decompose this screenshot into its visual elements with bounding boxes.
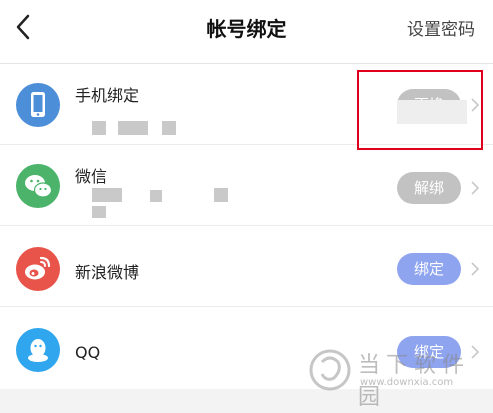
redacted-name bbox=[92, 206, 106, 218]
qq-icon bbox=[16, 328, 60, 372]
unbind-button[interactable]: 解绑 bbox=[397, 172, 461, 204]
highlight-box bbox=[357, 70, 483, 150]
chevron-right-icon bbox=[471, 262, 480, 276]
redacted-name bbox=[92, 188, 122, 202]
divider bbox=[0, 63, 493, 64]
account-row-weibo: 新浪微博 绑定 bbox=[0, 227, 493, 307]
redacted-number bbox=[162, 121, 176, 135]
set-password-button[interactable]: 设置密码 bbox=[407, 15, 475, 40]
phone-icon bbox=[16, 83, 60, 127]
redacted-name bbox=[214, 188, 228, 202]
account-label: 手机绑定 bbox=[75, 86, 140, 105]
navigation-bar: 帐号绑定 设置密码 bbox=[0, 0, 493, 58]
watermark-url: www.downxia.com bbox=[360, 377, 454, 388]
chevron-right-icon bbox=[471, 181, 480, 195]
account-row-wechat: 微信 解绑 bbox=[0, 146, 493, 226]
redacted-number bbox=[92, 121, 106, 135]
redacted-name bbox=[150, 190, 162, 202]
account-label: 微信 bbox=[75, 167, 108, 186]
watermark: 当下软件园 www.downxia.com bbox=[308, 344, 488, 410]
weibo-icon bbox=[16, 247, 60, 291]
bind-button[interactable]: 绑定 bbox=[397, 253, 461, 285]
account-label: 新浪微博 bbox=[75, 263, 140, 282]
wechat-icon bbox=[16, 164, 60, 208]
watermark-logo-icon bbox=[309, 349, 351, 391]
account-label: QQ bbox=[75, 343, 101, 362]
redacted-number bbox=[118, 121, 148, 135]
